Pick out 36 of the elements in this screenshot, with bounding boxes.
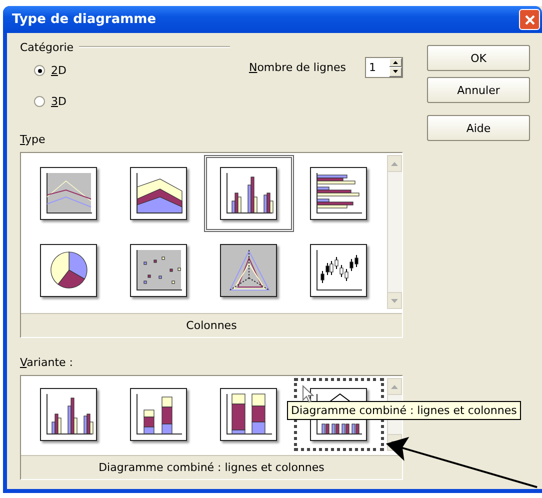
selection-frame[interactable] — [204, 155, 294, 232]
radio-button[interactable] — [34, 96, 45, 107]
radio-label[interactable]: 2D — [51, 64, 66, 77]
area-chart-icon[interactable] — [130, 166, 188, 220]
spin-down-button[interactable] — [389, 67, 402, 76]
close-button[interactable] — [519, 9, 540, 30]
radio-label[interactable]: 3D — [51, 95, 66, 108]
mouse-pointer-icon — [302, 385, 314, 403]
spin-field[interactable]: 1 — [365, 56, 403, 78]
close-icon — [524, 14, 536, 26]
dialog-button[interactable]: OK — [427, 45, 530, 71]
up-arrow-icon — [391, 162, 398, 166]
up-arrow-icon — [393, 60, 398, 64]
spin-up-button[interactable] — [389, 58, 402, 67]
field-label: Nombre de lignes — [248, 60, 346, 74]
section-label: Variante : — [20, 356, 73, 370]
dialog-button[interactable]: Annuler — [427, 77, 530, 103]
bar-chart-icon[interactable] — [310, 166, 368, 220]
dialog-button[interactable]: Aide — [427, 115, 530, 141]
line-chart-icon[interactable] — [40, 166, 98, 220]
up-arrow-icon — [391, 384, 398, 388]
radar-chart-icon[interactable] — [220, 244, 278, 298]
down-arrow-icon — [391, 298, 398, 302]
column-chart-icon[interactable] — [220, 166, 278, 220]
group-label: Catégorie — [20, 40, 74, 54]
column-chart-icon[interactable] — [40, 388, 98, 442]
scatter-chart-icon[interactable] — [130, 244, 188, 298]
stacked-column-icon[interactable] — [130, 388, 188, 442]
window-title: Type de diagramme — [12, 12, 158, 27]
stock-chart-icon[interactable] — [310, 244, 368, 298]
pie-chart-icon[interactable] — [40, 244, 98, 298]
down-arrow-icon — [393, 70, 398, 74]
section-label: Type — [20, 133, 46, 147]
percent-column-icon[interactable] — [220, 388, 278, 442]
tooltip: Diagramme combiné : lignes et colonnes — [287, 401, 521, 420]
radio-button[interactable] — [34, 65, 45, 76]
